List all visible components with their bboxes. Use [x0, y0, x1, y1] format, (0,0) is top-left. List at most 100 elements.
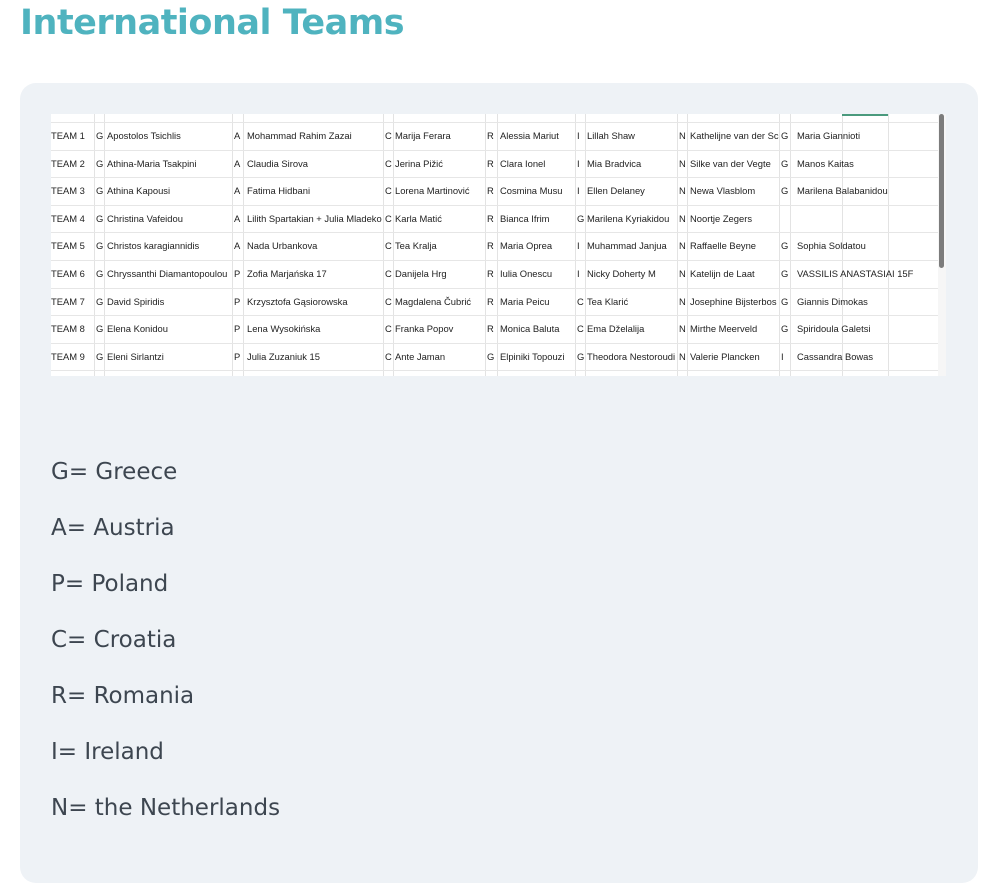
country-code-cell: A	[234, 212, 241, 224]
member-name-cell: Bianca Ifrim	[500, 212, 550, 224]
team-table: TEAM 1 G Apostolos Tsichlis A Mohammad Rahim…	[51, 114, 938, 376]
member-name-cell: Clara Ionel	[500, 157, 546, 169]
country-code-cell: C	[385, 240, 392, 252]
team-label-cell: TEAM 6	[51, 268, 85, 279]
table-row: TEAM 9 G Eleni Sirlantzi P Julia Zuzaniuk 15…	[51, 343, 938, 370]
country-code-cell: I	[577, 185, 580, 197]
member-name-cell: Iulia Onescu	[500, 268, 553, 279]
country-code-cell: N	[679, 268, 686, 279]
member-name-cell: Ante Jaman	[395, 350, 446, 362]
member-name-cell: Chryssanthi Diamantopoulou	[107, 268, 228, 279]
country-code-cell: C	[385, 157, 392, 169]
table-row: TEAM 3 G Athina Kapousi A Fatima Hidbani C Lor…	[51, 177, 938, 204]
member-name-cell: Athina-Maria Tsakpini	[107, 157, 197, 169]
member-name-cell: Lillah Shaw	[587, 130, 635, 141]
member-name-cell: Athina Kapousi	[107, 185, 171, 197]
member-name-cell: Christina Vafeidou	[107, 212, 183, 224]
country-code-cell: C	[385, 295, 392, 307]
member-name-cell: Tea Klarić	[587, 295, 629, 307]
member-name-cell: Maria Oprea	[500, 240, 553, 252]
member-name-cell: Monica Baluta	[500, 323, 560, 335]
member-name-cell: Valerie Plancken	[690, 350, 760, 362]
country-code-cell: C	[385, 185, 392, 197]
member-name-cell: Cosmina Musu	[500, 185, 563, 197]
country-code-cell: R	[487, 212, 494, 224]
country-code-cell: C	[385, 130, 392, 141]
table-row: TEAM 1 G Apostolos Tsichlis A Mohammad Rahim…	[51, 122, 938, 149]
member-name-cell: Magdalena Čubrić	[395, 295, 472, 307]
member-name-cell: Mia Bradvica	[587, 157, 642, 169]
team-label-cell: TEAM 5	[51, 240, 85, 252]
member-name-cell: Mirthe Meerveld	[690, 323, 758, 335]
spreadsheet-image: TEAM 1 G Apostolos Tsichlis A Mohammad Rahim…	[51, 114, 946, 376]
country-code-cell: C	[577, 295, 584, 307]
country-code-cell: R	[487, 130, 494, 141]
member-name-cell: Muhammad Janjua	[587, 240, 667, 252]
country-code-cell: I	[781, 350, 784, 362]
country-code-cell: N	[679, 157, 686, 169]
country-code-cell: N	[679, 323, 686, 335]
country-code-cell: G	[781, 157, 789, 169]
member-name-cell: Eleni Sirlantzi	[107, 350, 164, 362]
table-row: TEAM 2 G Athina-Maria Tsakpini A Claudia Sir…	[51, 150, 938, 177]
member-name-cell: Marija Ferara	[395, 130, 451, 141]
country-code-cell: N	[679, 295, 686, 307]
member-name-cell: Giannis Dimokas	[797, 295, 868, 307]
country-code-cell: A	[234, 240, 241, 252]
country-code-cell: N	[679, 350, 686, 362]
team-label-cell: TEAM 8	[51, 323, 85, 335]
member-name-cell: Julia Zuzaniuk 15	[247, 350, 320, 362]
page-title: International Teams	[20, 3, 405, 43]
country-code-cell: N	[679, 185, 686, 197]
country-code-cell: C	[385, 268, 392, 279]
country-code-cell: N	[679, 240, 686, 252]
legend-item: I= Ireland	[51, 739, 164, 765]
team-label-cell: TEAM 4	[51, 212, 85, 224]
scrollbar[interactable]	[938, 114, 946, 376]
table-row: TEAM 5 G Christos karagiannidis A Nada Urban…	[51, 232, 938, 259]
country-code-cell: G	[781, 323, 789, 335]
member-name-cell: Nicky Doherty M	[587, 268, 656, 279]
member-name-cell: Christos karagiannidis	[107, 240, 200, 252]
country-code-cell: R	[487, 240, 494, 252]
member-name-cell: Nada Urbankova	[247, 240, 318, 252]
member-name-cell: Silke van der Vegte	[690, 157, 771, 169]
country-code-cell: G	[577, 212, 585, 224]
member-name-cell: Katelijn de Laat	[690, 268, 755, 279]
country-code-cell: C	[385, 212, 392, 224]
member-name-cell: Marilena Balabanidou	[797, 185, 888, 197]
member-name-cell: Fatima Hidbani	[247, 185, 311, 197]
table-row: TEAM 7 G David Spiridis P Krzysztofa Gąsioro…	[51, 288, 938, 315]
country-legend: G= Greece A= Austria P= Poland C= Croatia R=…	[51, 452, 931, 844]
member-name-cell: Danijela Hrg	[395, 268, 447, 279]
member-name-cell: Spiridoula Galetsi	[797, 323, 871, 335]
member-name-cell: Josephine Bijsterbos	[690, 295, 777, 307]
member-name-cell: Marilena Kyriakidou	[587, 212, 670, 224]
country-code-cell: R	[487, 185, 494, 197]
country-code-cell: A	[234, 157, 241, 169]
member-name-cell: Kathelijne van der Sc	[690, 130, 779, 141]
scrollbar-thumb[interactable]	[939, 114, 944, 268]
country-code-cell: G	[781, 268, 789, 279]
member-name-cell: Noortje Zegers	[690, 212, 753, 224]
member-name-cell: Lorena Martinović	[395, 185, 470, 197]
team-label-cell: TEAM 7	[51, 295, 85, 307]
country-code-cell: N	[679, 212, 686, 224]
member-name-cell: Newa Vlasblom	[690, 185, 756, 197]
country-code-cell: I	[577, 268, 580, 279]
country-code-cell: R	[487, 268, 494, 279]
legend-item: A= Austria	[51, 515, 175, 541]
member-name-cell: Elpiniki Topouzi	[500, 350, 565, 362]
country-code-cell: G	[781, 130, 789, 141]
member-name-cell: Franka Popov	[395, 323, 454, 335]
table-row: TEAM 6 G Chryssanthi Diamantopoulou P Zofia …	[51, 260, 938, 287]
country-code-cell: G	[781, 240, 789, 252]
country-code-cell: R	[487, 323, 494, 335]
country-code-cell: G	[781, 295, 789, 307]
legend-item: C= Croatia	[51, 627, 177, 653]
country-code-cell: I	[577, 157, 580, 169]
member-name-cell: Elena Konidou	[107, 323, 168, 335]
country-code-cell: G	[96, 185, 104, 197]
member-name-cell: Karla Matić	[395, 212, 442, 224]
team-label-cell: TEAM 9	[51, 350, 85, 362]
